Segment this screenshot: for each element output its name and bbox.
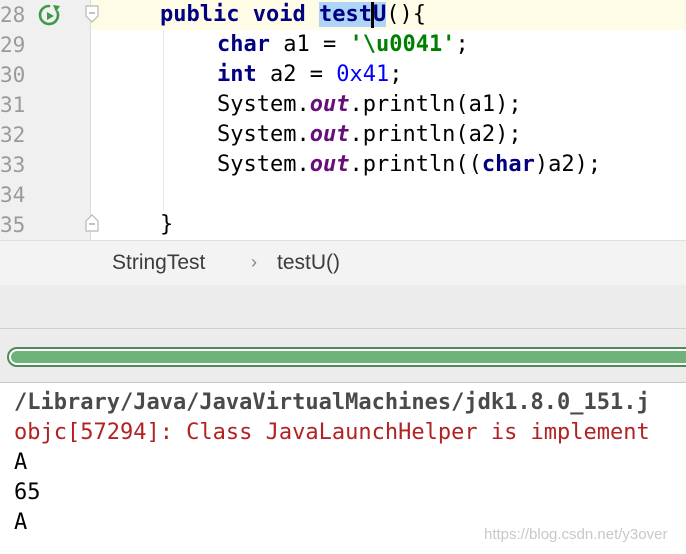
code-line: } <box>160 212 174 237</box>
keyword-public: public <box>160 2 240 27</box>
breadcrumb-method[interactable]: testU() <box>277 241 340 285</box>
console-line: objc[57294]: Class JavaLaunchHelper is i… <box>14 420 650 445</box>
line-number: 29 <box>0 33 26 57</box>
static-field-out: out <box>309 152 350 177</box>
code-line: char a1 = '\u0041'; <box>217 30 469 60</box>
code-text: .println(( <box>349 152 482 177</box>
code-text: ; <box>455 32 469 57</box>
console-line: A <box>14 510 28 535</box>
code-text: )a2); <box>534 152 602 177</box>
keyword-void: void <box>252 2 306 27</box>
breadcrumb: StringTest › testU() <box>0 240 686 286</box>
line-number: 33 <box>0 153 26 177</box>
console-line: 65 <box>14 480 41 505</box>
console-line: A <box>14 450 28 475</box>
hex-literal: 0x41 <box>336 62 390 87</box>
indent-guide <box>163 30 164 210</box>
line-number: 31 <box>0 93 26 117</box>
console-line: /Library/Java/JavaVirtualMachines/jdk1.8… <box>14 390 650 415</box>
line-number: 30 <box>0 63 26 87</box>
keyword-char: char <box>481 152 535 177</box>
code-text: System. <box>217 152 310 177</box>
static-field-out: out <box>309 122 350 147</box>
code-line: System.out.println(a1); <box>217 90 522 120</box>
code-text: System. <box>217 122 310 147</box>
code-text: a2 = <box>256 62 337 87</box>
code-line: int a2 = 0x41; <box>217 60 402 90</box>
code-line: System.out.println(a2); <box>217 120 522 150</box>
watermark: https://blog.csdn.net/y3over <box>484 526 668 543</box>
selected-method-name[interactable]: testU <box>318 2 387 28</box>
keyword-char: char <box>217 32 270 57</box>
code-text: System. <box>217 92 310 117</box>
fold-marker-icon[interactable] <box>84 214 100 232</box>
test-progress-area <box>0 329 686 383</box>
breadcrumb-separator: › <box>251 252 257 272</box>
test-progress-bar <box>7 347 686 367</box>
code-editor[interactable]: 28 29 30 31 32 33 34 35 public void test… <box>0 0 686 240</box>
fold-marker-icon[interactable] <box>84 5 100 23</box>
static-field-out: out <box>309 92 350 117</box>
code-line: public void testU(){ <box>160 0 426 30</box>
line-number: 28 <box>0 3 26 27</box>
code-text: (){ <box>386 2 426 27</box>
line-number: 35 <box>0 213 26 237</box>
code-text: .println(a2); <box>349 122 522 147</box>
run-rerun-icon[interactable] <box>36 2 62 28</box>
code-text: a1 = <box>269 32 350 57</box>
progress-fill <box>11 351 686 363</box>
text-caret <box>370 2 374 28</box>
line-number: 32 <box>0 123 26 147</box>
char-literal: '\u0041' <box>349 32 456 57</box>
code-line: System.out.println((char)a2); <box>217 150 601 180</box>
code-text: .println(a1); <box>349 92 522 117</box>
breadcrumb-class[interactable]: StringTest <box>112 241 205 285</box>
code-text: ; <box>389 62 403 87</box>
run-toolbar <box>0 285 686 329</box>
line-number: 34 <box>0 183 26 207</box>
keyword-int: int <box>217 62 257 87</box>
